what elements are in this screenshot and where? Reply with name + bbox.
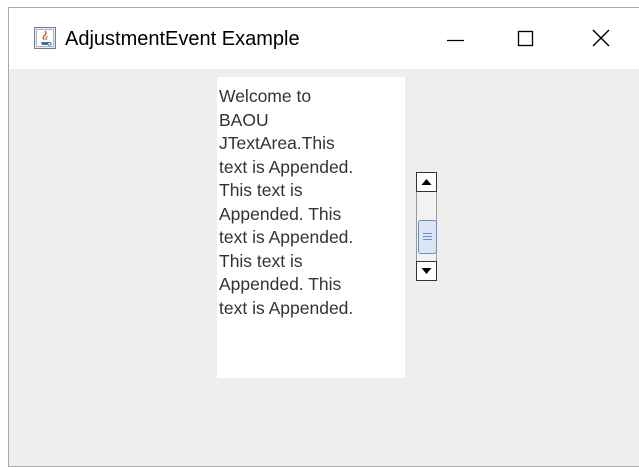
text-area[interactable]: Welcome to BAOU JTextArea.This text is A… xyxy=(217,77,405,378)
minimize-icon xyxy=(447,39,464,42)
grip-icon xyxy=(423,233,432,240)
scroll-up-button[interactable] xyxy=(416,172,437,192)
java-cup-icon xyxy=(34,27,56,49)
text-line: text is Appended. xyxy=(219,227,354,247)
scroll-thumb[interactable] xyxy=(418,220,437,254)
text-line: This text is xyxy=(219,250,303,271)
text-line: Appended. This xyxy=(219,203,342,224)
window-title: AdjustmentEvent Example xyxy=(65,28,300,50)
maximize-button[interactable] xyxy=(502,8,548,69)
close-button[interactable] xyxy=(579,8,625,69)
text-line: BAOU xyxy=(219,109,269,130)
arrow-up-icon xyxy=(421,179,432,185)
text-line: text is Appended. xyxy=(219,156,354,177)
vertical-scrollbar[interactable] xyxy=(416,172,437,282)
maximize-icon xyxy=(517,30,534,47)
minimize-button[interactable] xyxy=(433,8,479,69)
text-line: Appended. This xyxy=(219,274,342,294)
close-icon xyxy=(592,29,610,47)
arrow-down-icon xyxy=(421,268,432,274)
text-line: text is Appended. xyxy=(219,297,354,318)
text-line: This text is xyxy=(219,180,303,200)
scroll-down-button[interactable] xyxy=(416,261,437,281)
text-line: JTextArea.This xyxy=(219,133,335,153)
scroll-track[interactable] xyxy=(416,192,437,261)
app-window: AdjustmentEvent Example Welcome to BAOU … xyxy=(8,7,639,467)
text-line: Welcome to xyxy=(219,86,312,106)
title-bar[interactable]: AdjustmentEvent Example xyxy=(9,8,639,69)
